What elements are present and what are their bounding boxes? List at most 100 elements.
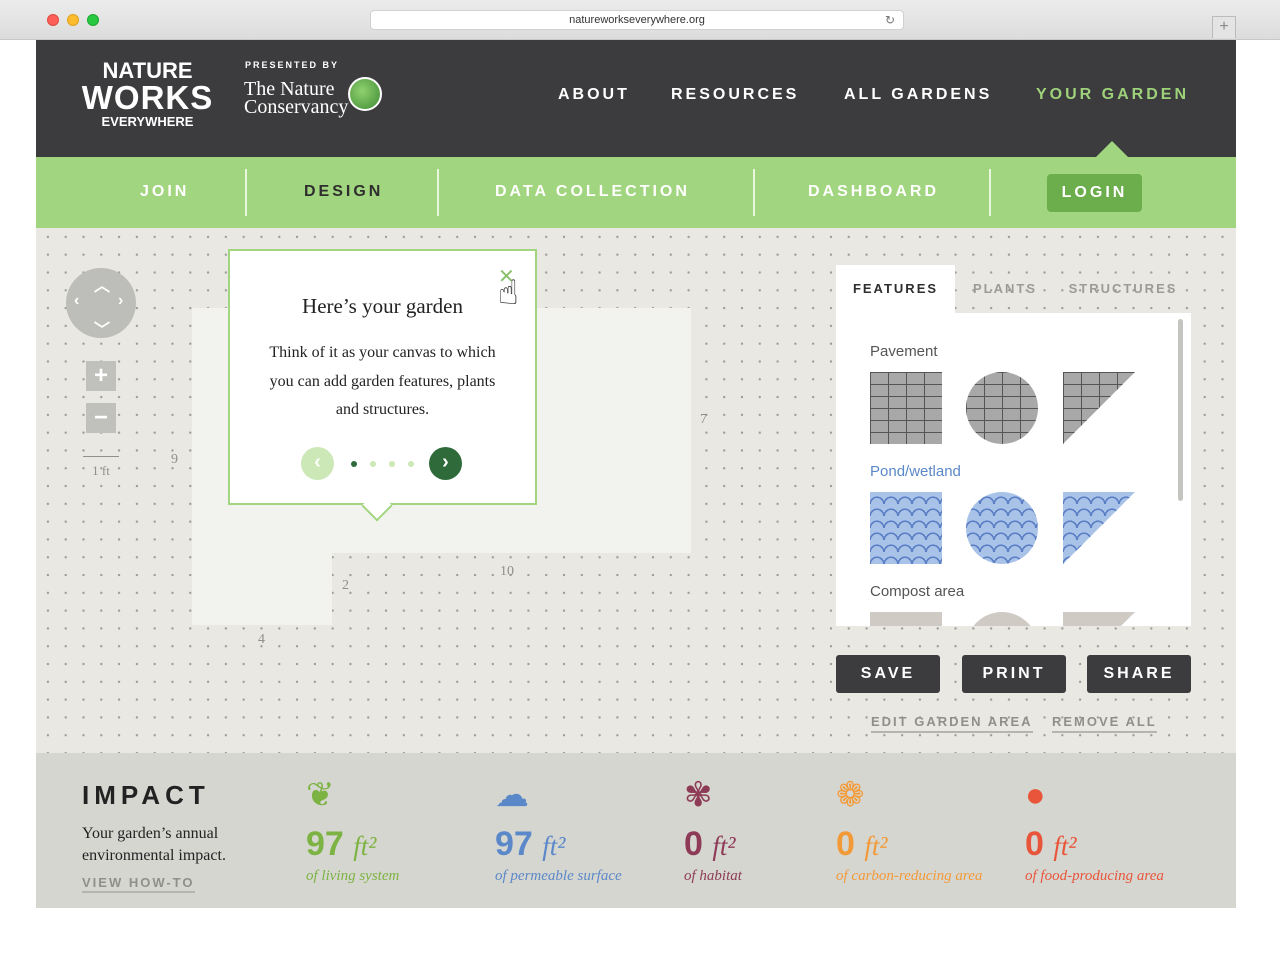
metric-label: of permeable surface: [495, 868, 622, 884]
metric-label: of carbon-reducing area: [836, 868, 983, 884]
metric-living-system: ❦ 97 ft² of living system: [306, 773, 399, 885]
metric-value: 97: [306, 825, 344, 863]
pan-left-icon[interactable]: ‹: [74, 292, 79, 310]
garden-canvas[interactable]: 9 7 10 2 4 ︿ ﹀ ‹ › + − 1 ft ✕ ☝ Here’s y…: [36, 228, 1236, 753]
dimension-label: 7: [700, 412, 707, 427]
top-navigation-bar: NATURE WORKS EVERYWHERE PRESENTED BY The…: [36, 40, 1236, 157]
subnav-design[interactable]: DESIGN: [304, 183, 383, 201]
pan-up-icon[interactable]: ︿: [94, 272, 110, 296]
site: NATURE WORKS EVERYWHERE PRESENTED BY The…: [36, 40, 1236, 908]
login-button[interactable]: LOGIN: [1047, 174, 1142, 212]
pager-dot[interactable]: [389, 461, 395, 467]
subnav-divider: [989, 169, 991, 216]
metric-label: of habitat: [684, 868, 742, 884]
zoom-out-button[interactable]: −: [86, 403, 116, 433]
panel-scrollbar[interactable]: [1178, 319, 1183, 501]
metric-unit: ft²: [542, 831, 566, 861]
tab-structures[interactable]: STRUCTURES: [1055, 265, 1191, 313]
view-how-to-link[interactable]: VIEW HOW-TO: [82, 875, 195, 893]
address-bar[interactable]: natureworkseverywhere.org ↻: [370, 10, 904, 30]
minimize-window-button[interactable]: [67, 14, 79, 26]
pavement-circle-swatch[interactable]: [966, 372, 1038, 444]
panel-tabs: FEATURES PLANTS STRUCTURES: [836, 265, 1191, 313]
metric-label: of food-producing area: [1025, 868, 1164, 884]
metric-value: 97: [495, 825, 533, 863]
metric-unit: ft²: [1053, 831, 1077, 861]
sub-navigation-bar: JOIN DESIGN DATA COLLECTION DASHBOARD LO…: [36, 157, 1236, 228]
pavement-square-swatch[interactable]: [870, 372, 942, 444]
nav-your-garden[interactable]: YOUR GARDEN: [1036, 86, 1189, 104]
tab-features[interactable]: FEATURES: [836, 265, 955, 313]
metric-value: 0: [836, 825, 855, 863]
pager-dot-active[interactable]: [351, 461, 357, 467]
popup-title: Here’s your garden: [302, 294, 463, 318]
compost-triangle-swatch[interactable]: [1063, 612, 1135, 626]
site-logo[interactable]: NATURE WORKS EVERYWHERE: [80, 60, 215, 130]
compost-circle-swatch[interactable]: [966, 612, 1038, 626]
garden-area-extension[interactable]: [192, 548, 332, 625]
globe-icon: ❁: [836, 776, 865, 814]
partner-logo[interactable]: The Nature Conservancy: [244, 79, 349, 118]
pan-right-icon[interactable]: ›: [118, 292, 123, 310]
compost-square-swatch[interactable]: [870, 612, 942, 626]
dimension-label: 9: [171, 452, 178, 467]
remove-all-link[interactable]: REMOVE ALL: [1052, 714, 1157, 733]
logo-line-2: WORKS: [81, 79, 214, 116]
leaf-icon: ❦: [306, 776, 335, 814]
edit-garden-area-link[interactable]: EDIT GARDEN AREA: [871, 714, 1033, 733]
close-window-button[interactable]: [47, 14, 59, 26]
metric-unit: ft²: [712, 831, 736, 861]
butterfly-icon: ✾: [684, 776, 713, 814]
subnav-dashboard[interactable]: DASHBOARD: [808, 183, 939, 201]
metric-carbon-reducing: ❁ 0 ft² of carbon-reducing area: [836, 773, 982, 885]
active-nav-caret: [1096, 141, 1128, 157]
share-button[interactable]: SHARE: [1087, 655, 1191, 693]
browser-chrome: natureworkseverywhere.org ↻ +: [0, 0, 1280, 40]
reload-icon[interactable]: ↻: [885, 11, 895, 30]
tab-plants[interactable]: PLANTS: [955, 265, 1055, 313]
nav-all-gardens[interactable]: ALL GARDENS: [844, 86, 992, 104]
dimension-label: 4: [258, 632, 265, 647]
metric-food-producing: ● 0 ft² of food-producing area: [1025, 773, 1164, 885]
subnav-join[interactable]: JOIN: [140, 183, 189, 201]
nav-resources[interactable]: RESOURCES: [671, 86, 799, 104]
dimension-label: 2: [342, 578, 349, 593]
subnav-data-collection[interactable]: DATA COLLECTION: [495, 183, 690, 201]
subnav-divider: [753, 169, 755, 216]
popup-prev-button[interactable]: ‹: [301, 447, 334, 480]
category-pavement: Pavement: [870, 343, 938, 360]
metric-value: 0: [1025, 825, 1044, 863]
url-text: natureworkseverywhere.org: [569, 14, 705, 26]
pond-square-swatch[interactable]: [870, 492, 942, 564]
features-panel: Pavement Pond/wetland Compost area: [836, 313, 1191, 626]
partner-globe-icon: [348, 77, 382, 111]
apple-icon: ●: [1025, 776, 1046, 814]
pan-control[interactable]: ︿ ﹀ ‹ ›: [66, 268, 136, 340]
pavement-triangle-swatch[interactable]: [1063, 372, 1135, 444]
metric-label: of living system: [306, 868, 400, 884]
save-button[interactable]: SAVE: [836, 655, 940, 693]
presented-by-label: PRESENTED BY: [245, 60, 340, 70]
scale-indicator: 1 ft: [83, 456, 119, 479]
print-button[interactable]: PRINT: [962, 655, 1066, 693]
new-tab-button[interactable]: +: [1212, 16, 1236, 38]
popup-next-button[interactable]: ›: [429, 447, 462, 480]
category-compost-area: Compost area: [870, 583, 965, 600]
metric-unit: ft²: [353, 831, 377, 861]
pager-dot[interactable]: [370, 461, 376, 467]
dimension-label: 10: [500, 564, 514, 579]
scale-bar: [83, 456, 119, 457]
pan-down-icon[interactable]: ﹀: [94, 316, 110, 340]
pager-dot[interactable]: [408, 461, 414, 467]
onboarding-popup: ✕ ☝ Here’s your garden Think of it as yo…: [228, 249, 537, 522]
metric-unit: ft²: [864, 831, 888, 861]
nav-about[interactable]: ABOUT: [558, 86, 630, 104]
pond-triangle-swatch[interactable]: [1063, 492, 1135, 564]
metric-permeable-surface: ☁ 97 ft² of permeable surface: [495, 773, 622, 885]
impact-bar: IMPACT Your garden’s annual environmenta…: [36, 753, 1236, 908]
zoom-in-button[interactable]: +: [86, 361, 116, 391]
partner-name-line-2: Conservancy: [244, 96, 349, 118]
pond-circle-swatch[interactable]: [966, 492, 1038, 564]
maximize-window-button[interactable]: [87, 14, 99, 26]
metric-value: 0: [684, 825, 703, 863]
